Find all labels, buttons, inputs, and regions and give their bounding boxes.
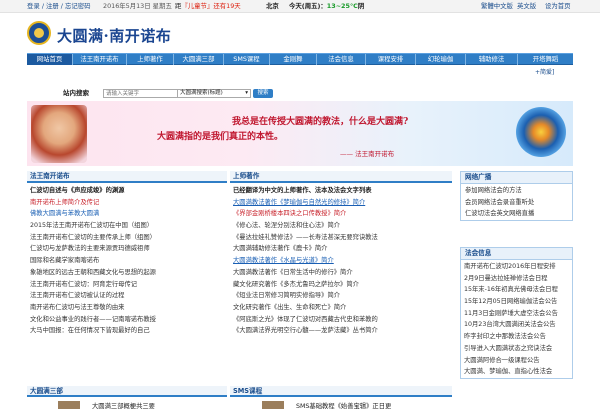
nav-item-course-schedule[interactable]: 课程安排 — [366, 54, 416, 65]
section-list: 仁波切自述与《声应成竣》的渊源 南开诺布上师简介及传记 佛教大圆满与苯教大圆满 201… — [27, 183, 227, 337]
webcast-section: 网络广播 参加网络法会的方法 会员网络法会录音重听处 仁波切法会英文网络直播 — [460, 171, 573, 222]
list-item[interactable]: 国际和名藏学家南喀诺布 — [27, 255, 227, 267]
list-item[interactable]: 15年末-16年初真光佛母法会日程 — [461, 284, 572, 296]
list-item[interactable]: 《大圆满法界光明空行心髓——龙萨法藏》丛书简介 — [230, 325, 452, 337]
list-item[interactable]: 南开诺布仁波切与法王尊敬的由来 — [27, 302, 227, 314]
section-title[interactable]: 上师著作 — [230, 171, 452, 183]
list-item[interactable]: 大马中国报：在任何情况下皆现最好的自己 — [27, 325, 227, 337]
list-item[interactable]: 南开诺布上师简介及传记 — [27, 197, 227, 209]
list-item[interactable]: 大圆满辅助修法著作《鹿卡》简介 — [230, 243, 452, 255]
nav-item-teacher-works[interactable]: 上师著作 — [127, 54, 174, 65]
list-item[interactable]: 会员网络法会录音重听处 — [461, 197, 572, 209]
section-title[interactable]: 法王南开诺布 — [27, 171, 227, 183]
dzogchen-series-title[interactable]: 大圆满三部 — [27, 386, 227, 397]
main-nav: 网站首页 法王南开诺布 上师著作 大圆满三部 SMS课程 金刚舞 法会信息 课程… — [27, 53, 573, 65]
nav-item-khaita-dance[interactable]: 开塔舞蹈 — [518, 54, 573, 65]
simplified-link[interactable]: +简爱] — [535, 67, 554, 76]
list-item[interactable]: 佛教大圆满与苯教大圆满 — [27, 208, 227, 220]
list-item[interactable]: 昨字封印之中那教法法会公告 — [461, 331, 572, 343]
search-label: 站内搜索 — [63, 89, 89, 97]
weather-city: 北京 — [266, 2, 279, 10]
list-item[interactable]: 法王南开诺布仁波切被认证的过程 — [27, 290, 227, 302]
retreat-info-section: 法会信息 南开诺布仁波切2016年日程安排 2月9日曼达拉娃禅修法会日程 15年末-… — [460, 247, 573, 379]
section-title[interactable]: 网络广播 — [460, 171, 573, 183]
list-item[interactable]: 大圆满教法著作《日常生活中的修行》简介 — [230, 267, 452, 279]
list-item[interactable]: 大圆满、梦瑜伽、直指心性法会 — [461, 366, 572, 378]
search-button[interactable]: 搜索 — [253, 89, 273, 98]
mandala-emblem — [516, 107, 566, 157]
list-item[interactable]: 11月3日金刚萨埵大虚空法会公告 — [461, 308, 572, 320]
list-item[interactable]: 已经翻译为中文的上师著作、法本及法会文字列表 — [230, 185, 452, 197]
list-item[interactable]: 文化和公益事业的践行者——记南喀诺布教授 — [27, 314, 227, 326]
login-links[interactable]: 登录 / 注册 / 忘记密码 — [27, 0, 91, 13]
list-item[interactable]: 引导进入大圆满状态之窍诀法会 — [461, 343, 572, 355]
english-link[interactable]: 英文版 — [517, 0, 536, 13]
set-homepage-link[interactable]: 设为首页 — [545, 0, 571, 13]
nav-item-home[interactable]: 网站首页 — [27, 54, 73, 65]
section-list: 已经翻译为中文的上师著作、法本及法会文字列表 大圆满教法著作《梦瑜伽与自然光的修持… — [230, 183, 452, 337]
site-logo[interactable]: 大圆满·南开诺布 — [27, 18, 177, 48]
sms-item[interactable]: SMS基础教程《始善宝辑》正日更 — [296, 401, 391, 409]
banner-quote-author: —— 法王南开诺布 — [340, 150, 395, 158]
list-item[interactable]: 《曼达拉娃礼赞修法》——长寿法甚深无要窍诀教法 — [230, 232, 452, 244]
list-item[interactable]: 2015年法王南开诺布仁波切在中国（组图） — [27, 220, 227, 232]
list-item[interactable]: 参加网络法会的方法 — [461, 185, 572, 197]
list-item[interactable]: 大圆满教法著作《梦瑜伽与自然光的修持》简介 — [230, 197, 452, 209]
nav-item-yantra-yoga[interactable]: 幻轮瑜伽 — [416, 54, 466, 65]
list-item[interactable]: 文化研究著作《出生、生命和死亡》简介 — [230, 302, 452, 314]
nav-item-retreat-info[interactable]: 法会信息 — [317, 54, 366, 65]
teacher-portrait — [31, 105, 87, 163]
search-scope-select[interactable]: 大圆满搜索(标题) — [177, 89, 251, 98]
list-item[interactable]: 法王南开诺布仁波切：阿育定行母传记 — [27, 279, 227, 291]
logo-text: 大圆满·南开诺布 — [57, 27, 172, 45]
nav-item-dzogchen-series[interactable]: 大圆满三部 — [174, 54, 224, 65]
banner-quote-line2: 大圆满指的是我们真正的本性。 — [157, 132, 284, 142]
list-item[interactable]: 象雄地区的远古王朝和西藏文化与思想的起源 — [27, 267, 227, 279]
section-list: 南开诺布仁波切2016年日程安排 2月9日曼达拉娃禅修法会日程 15年末-16年初真… — [460, 259, 573, 379]
teacher-works-section: 上师著作 已经翻译为中文的上师著作、法本及法会文字列表 大圆满教法著作《梦瑜伽与自… — [230, 171, 452, 337]
list-item[interactable]: 仁波切自述与《声应成竣》的渊源 — [27, 185, 227, 197]
list-item[interactable]: 仁波切法会英文网络直播 — [461, 208, 572, 220]
list-item[interactable]: 10月23台湾大圆满闭关法会公告 — [461, 319, 572, 331]
current-date: 2016年5月13日 星期五 — [103, 2, 172, 10]
list-item[interactable]: 《阿底斯之光》体现了仁波切对西藏古代史和苯教的 — [230, 314, 452, 326]
list-item[interactable]: 《短业法日常修习简明实修指导》简介 — [230, 290, 452, 302]
list-item[interactable]: 《修心法、轮涅分别法和住心法》简介 — [230, 220, 452, 232]
section-title[interactable]: 法会信息 — [460, 247, 573, 259]
banner-quote-line1: 我总是在传授大圆满的教法，什么是大圆满? — [232, 117, 409, 127]
list-item[interactable]: 15年12月05日网络瑜伽法会公告 — [461, 296, 572, 308]
weather-info: 今天(周五)：13~25°C阴 — [289, 2, 365, 10]
list-item[interactable]: 仁波切与龙萨教法的主要来源贡玛德威祖师 — [27, 243, 227, 255]
nav-item-auxiliary-practice[interactable]: 辅助修法 — [466, 54, 518, 65]
list-item[interactable]: 大圆满阿修合一级课程公告 — [461, 355, 572, 367]
dzogchen-thumbnail — [58, 401, 80, 409]
list-item[interactable]: 2月9日曼达拉娃禅修法会日程 — [461, 273, 572, 285]
namkhai-norbu-section: 法王南开诺布 仁波切自述与《声应成竣》的渊源 南开诺布上师简介及传记 佛教大圆满与苯… — [27, 171, 227, 337]
sms-thumbnail — [262, 401, 284, 409]
nav-item-sms-course[interactable]: SMS课程 — [224, 54, 270, 65]
logo-emblem-icon — [27, 21, 51, 45]
dzogchen-item[interactable]: 大圆满三部概梗共三要 — [92, 401, 155, 409]
top-bar: 登录 / 注册 / 忘记密码 2016年5月13日 星期五 距『儿童节』还有19… — [0, 0, 600, 13]
traditional-link[interactable]: 繁體中文版 — [481, 0, 513, 13]
section-list: 参加网络法会的方法 会员网络法会录音重听处 仁波切法会英文网络直播 — [460, 183, 573, 222]
list-item[interactable]: 大圆满教法著作《水晶与光道》简介 — [230, 255, 452, 267]
holiday-countdown: 距『儿童节』还有19天 — [175, 2, 241, 10]
list-item[interactable]: 南开诺布仁波切2016年日程安排 — [461, 261, 572, 273]
nav-item-namkhai-norbu[interactable]: 法王南开诺布 — [73, 54, 127, 65]
sms-course-title[interactable]: SMS课程 — [230, 386, 452, 397]
site-search: 站内搜索 大圆满搜索(标题) 搜索 — [27, 88, 573, 99]
nav-item-vajra-dance[interactable]: 金刚舞 — [270, 54, 317, 65]
list-item[interactable]: 法王南开诺布仁波切的主要传承上师（组图） — [27, 232, 227, 244]
list-item[interactable]: 《界部金刚桥楼本四诀之口传教授》简介 — [230, 208, 452, 220]
hero-banner: 我总是在传授大圆满的教法，什么是大圆满? 大圆满指的是我们真正的本性。 —— 法… — [27, 101, 573, 166]
list-item[interactable]: 藏文化研究著作《多杰尤鲁玛之萨拉尔》简介 — [230, 279, 452, 291]
